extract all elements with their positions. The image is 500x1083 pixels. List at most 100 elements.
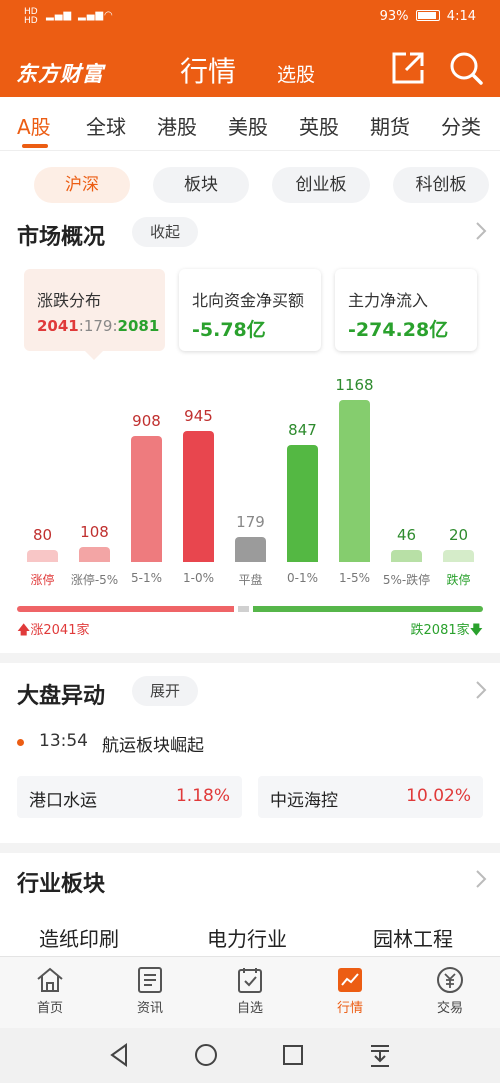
tab-category[interactable]: 分类	[441, 111, 481, 140]
subtab-shanghai-shenzhen[interactable]: 沪深	[34, 167, 130, 203]
stat-label: 涨跌分布	[37, 291, 102, 310]
tab-us[interactable]: 美股	[228, 111, 268, 140]
rise-summary-text: 涨2041家	[30, 623, 90, 638]
app-logo: 东方财富	[16, 62, 104, 86]
distribution-value: 847	[288, 421, 317, 439]
network-indicator: HD HD	[24, 7, 38, 26]
chevron-right-icon[interactable]	[473, 869, 489, 889]
rise-fall-stat[interactable]: 涨跌分布 2041:179:2081	[24, 269, 165, 351]
market-movement-card: 大盘异动 展开 13:54 航运板块崛起 港口水运 1.18% 中远海控 10.…	[0, 663, 500, 843]
up-count: 2041	[37, 317, 79, 335]
distribution-label: 涨停	[30, 573, 55, 587]
industry-item[interactable]: 电力行业	[207, 923, 287, 952]
clock: 4:14	[446, 9, 476, 24]
distribution-label: 1-0%	[182, 571, 214, 585]
stock-chip[interactable]: 港口水运 1.18%	[17, 776, 242, 818]
notification-pulldown-icon[interactable]	[368, 1042, 392, 1068]
bottom-navigation: 首页 资讯 自选 行情 交易	[0, 956, 500, 1028]
distribution-bar	[27, 550, 58, 562]
distribution-value: 1168	[335, 376, 374, 394]
down-count: 2081	[117, 317, 160, 335]
fall-summary: 跌2081家🡇	[411, 619, 483, 643]
distribution-label: 5%-跌停	[382, 573, 431, 587]
stat-value: -5.78亿	[192, 319, 266, 341]
home-icon	[37, 967, 63, 992]
distribution-value: 908	[132, 412, 161, 430]
industry-sectors-card: 行业板块 造纸印刷 电力行业 园林工程	[0, 853, 500, 956]
market-overview-card: 沪深 板块 创业板 科创板 市场概况 收起 涨跌分布 2041:179:2081…	[0, 151, 500, 653]
rise-summary: 🡅涨2041家	[17, 619, 89, 643]
market-overview-title: 市场概况	[17, 225, 106, 250]
industry-item[interactable]: 造纸印刷	[39, 923, 119, 952]
distribution-label: 跌停	[446, 573, 471, 587]
distribution-label: 涨停-5%	[70, 573, 119, 587]
stock-picker-link[interactable]: 选股	[277, 60, 315, 87]
distribution-bar	[131, 436, 162, 562]
stock-change: 10.02%	[406, 786, 471, 806]
distribution-value: 179	[236, 513, 265, 531]
news-time: 13:54	[39, 731, 88, 751]
industry-title: 行业板块	[17, 872, 106, 897]
distribution-bar	[79, 547, 110, 562]
down-ratio-bar	[253, 606, 483, 612]
tab-uk[interactable]: 英股	[299, 111, 339, 140]
northbound-stat[interactable]: 北向资金净买额 -5.78亿	[179, 269, 321, 351]
distribution-label: 0-1%	[286, 571, 318, 585]
main-inflow-stat[interactable]: 主力净流入 -274.28亿	[335, 269, 477, 351]
stat-value: -274.28亿	[348, 319, 449, 341]
nav-watchlist[interactable]: 自选	[215, 965, 285, 1016]
distribution-label: 1-5%	[338, 571, 370, 585]
home-button-icon[interactable]	[194, 1042, 218, 1068]
tab-hk[interactable]: 港股	[157, 111, 197, 140]
signal-icon: ▂▄▆	[46, 10, 73, 21]
chevron-right-icon[interactable]	[473, 680, 489, 700]
distribution-value: 80	[32, 526, 53, 544]
arrow-down-icon: 🡇	[469, 623, 483, 638]
nav-label: 资讯	[136, 1001, 163, 1016]
distribution-value: 945	[184, 407, 213, 425]
distribution-bar	[183, 431, 214, 562]
stock-chip[interactable]: 中远海控 10.02%	[258, 776, 483, 818]
expand-button[interactable]: 展开	[132, 676, 198, 706]
status-bar: HD HD ▂▄▆ ▂▄▆ ◠ 93% 4:14	[0, 0, 500, 34]
system-navigation-bar	[0, 1028, 500, 1083]
distribution-value: 46	[396, 526, 417, 544]
nav-trade[interactable]: 交易	[415, 965, 485, 1016]
tab-a-shares[interactable]: A股	[17, 111, 51, 140]
page-title: 行情	[180, 55, 237, 88]
selected-pointer	[85, 351, 103, 360]
status-right: 93% 4:14	[380, 9, 476, 24]
distribution-value: 108	[80, 523, 109, 541]
subtab-chinext[interactable]: 创业板	[272, 167, 370, 203]
active-tab-indicator	[22, 144, 48, 148]
industry-item[interactable]: 园林工程	[373, 923, 453, 952]
distribution-label: 平盘	[238, 573, 263, 587]
search-icon[interactable]	[448, 50, 484, 86]
collapse-button[interactable]: 收起	[132, 217, 198, 247]
subtab-sectors[interactable]: 板块	[153, 167, 249, 203]
battery-percent: 93%	[379, 9, 409, 24]
back-icon[interactable]	[107, 1042, 131, 1068]
distribution-bar	[287, 445, 318, 562]
up-ratio-bar	[17, 606, 234, 612]
tab-futures[interactable]: 期货	[370, 111, 410, 140]
fall-summary-text: 跌2081家	[410, 623, 470, 638]
distribution-label: 5-1%	[130, 571, 162, 585]
stock-change: 1.18%	[175, 786, 230, 806]
news-headline[interactable]: 航运板块崛起	[102, 731, 204, 756]
recents-icon[interactable]	[281, 1042, 305, 1068]
nav-news[interactable]: 资讯	[115, 965, 185, 1016]
chevron-right-icon[interactable]	[473, 221, 489, 241]
nav-market[interactable]: 行情	[315, 965, 385, 1016]
stock-name: 中远海控	[270, 791, 338, 811]
tab-global[interactable]: 全球	[86, 111, 126, 140]
stock-name: 港口水运	[29, 791, 97, 811]
watchlist-icon	[238, 968, 262, 993]
market-tabs: A股 全球 港股 美股 英股 期货 分类	[0, 97, 500, 151]
nav-home[interactable]: 首页	[15, 965, 85, 1016]
app-header: HD HD ▂▄▆ ▂▄▆ ◠ 93% 4:14 东方财富 行情 选股	[0, 0, 500, 97]
share-icon[interactable]	[390, 50, 426, 86]
subtab-star-market[interactable]: 科创板	[393, 167, 489, 203]
distribution-value: 20	[448, 526, 469, 544]
nav-label: 行情	[336, 1001, 363, 1016]
